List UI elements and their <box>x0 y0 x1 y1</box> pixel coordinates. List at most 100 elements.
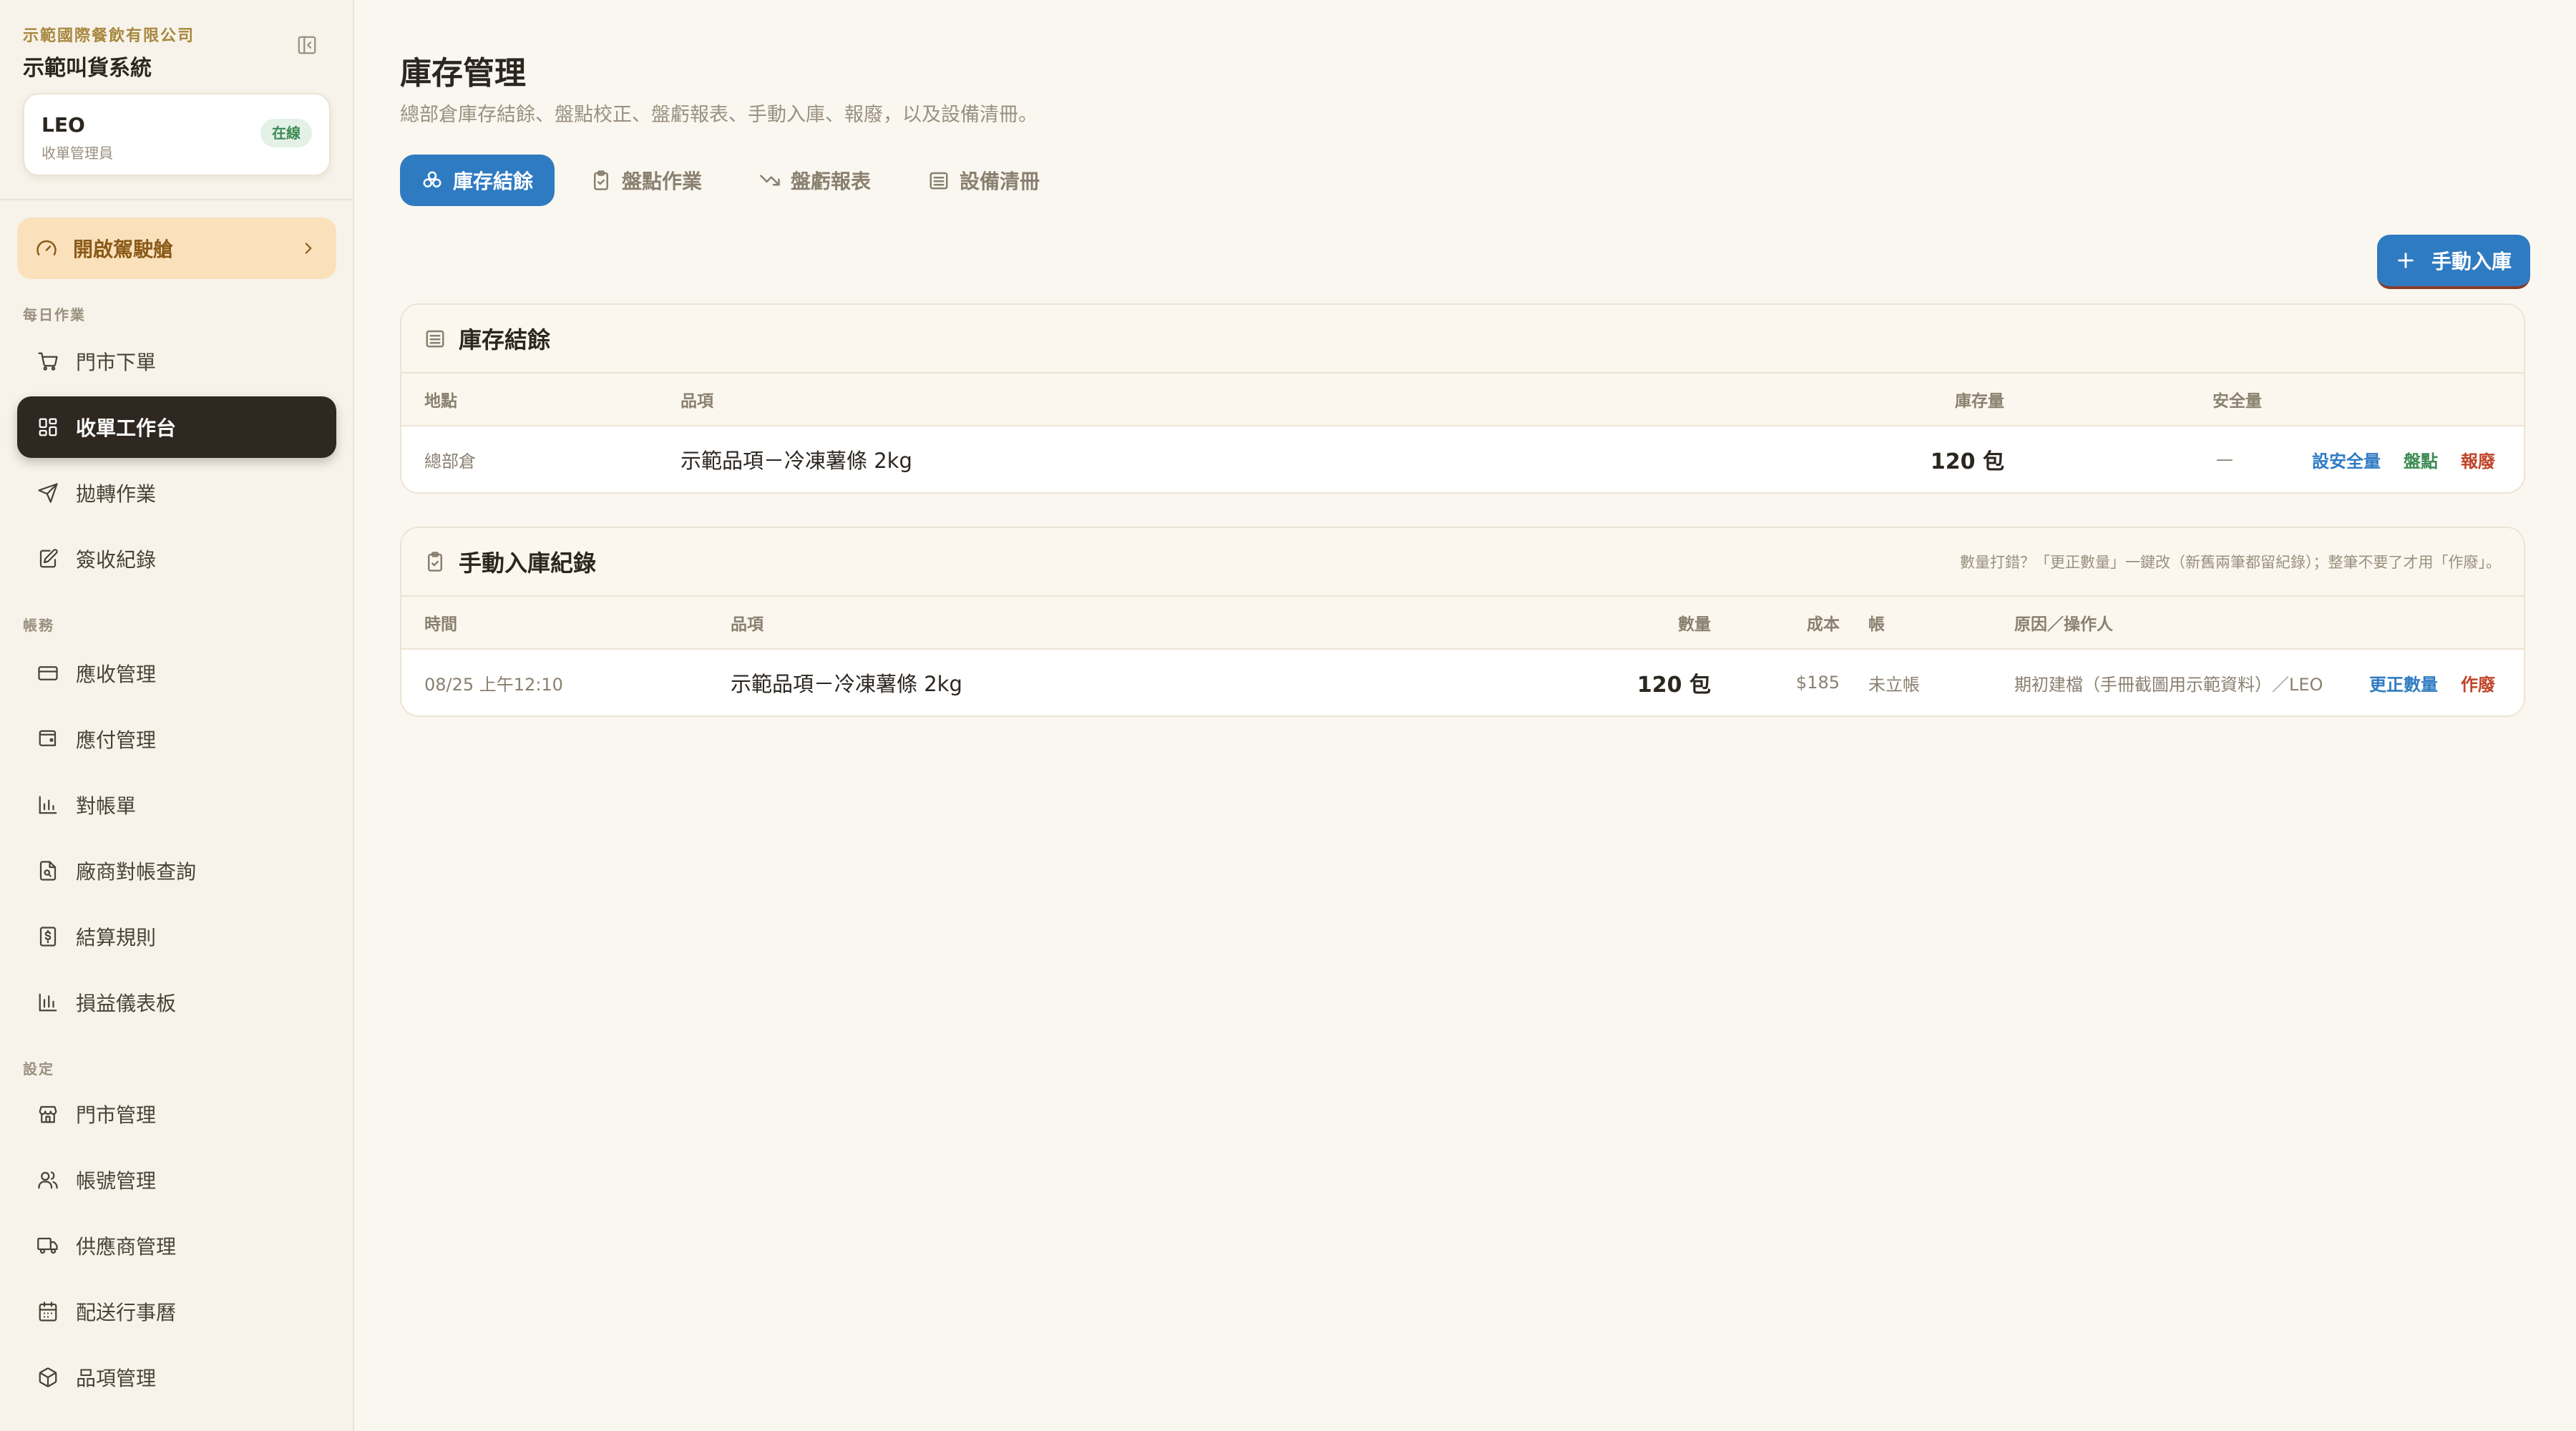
users-icon <box>37 1169 59 1191</box>
page-subtitle: 總部倉庫存結餘、盤點校正、盤虧報表、手動入庫、報廢，以及設備清冊。 <box>400 104 1038 126</box>
card-icon <box>37 663 59 684</box>
sidebar-item-supplier-management[interactable]: 供應商管理 <box>17 1215 336 1276</box>
card-header: 庫存結餘 <box>401 305 2524 373</box>
table-header: 時間 品項 數量 成本 帳 原因／操作人 <box>401 597 2524 650</box>
archive-icon <box>424 328 446 349</box>
sidebar-divider <box>0 199 354 200</box>
truck-icon <box>37 1235 59 1256</box>
tab-label: 庫存結餘 <box>453 170 534 193</box>
manual-stock-in-button[interactable]: 手動入庫 <box>2376 235 2530 289</box>
item-cell: 示範品項－冷凍薯條 2kg <box>680 449 912 473</box>
archive-icon <box>928 170 950 191</box>
sidebar-item-account-management[interactable]: 帳號管理 <box>17 1149 336 1211</box>
column-header-item: 品項 <box>731 615 763 634</box>
file-search-icon <box>37 860 59 881</box>
sidebar-item-receivables[interactable]: 應收管理 <box>17 643 336 704</box>
card-note: 數量打錯？「更正數量」一鍵改（新舊兩筆都留紀錄）；整筆不要了才用「作廢」。 <box>1960 554 2501 571</box>
sidebar-collapse-button[interactable] <box>295 33 319 57</box>
clipboard-icon <box>590 170 612 191</box>
sidebar-item-item-management[interactable]: 品項管理 <box>17 1347 336 1408</box>
sidebar-item-label: 配送行事曆 <box>76 1301 177 1324</box>
sidebar-item-label: 對帳單 <box>76 794 137 818</box>
correct-qty-link[interactable]: 更正數量 <box>2369 670 2438 695</box>
sidebar-item-label: 收單工作台 <box>76 416 177 440</box>
sidebar-item-label: 門市下單 <box>76 351 157 374</box>
reason-cell: 期初建檔（手冊截圖用示範資料）／LEO <box>2014 674 2323 695</box>
clipboard-icon <box>424 551 446 572</box>
sidebar-item-pnl-dashboard[interactable]: 損益儀表板 <box>17 972 336 1033</box>
time-cell: 08/25 上午12:10 <box>424 674 563 695</box>
cockpit-label: 開啟駕駛艙 <box>73 238 174 261</box>
sidebar-item-settlement-rules[interactable]: 結算規則 <box>17 906 336 967</box>
section-title-accounts: 帳務 <box>23 617 54 634</box>
sidebar-item-label: 品項管理 <box>76 1367 157 1390</box>
column-header-time: 時間 <box>424 615 457 634</box>
sidebar-item-sign-records[interactable]: 簽收紀錄 <box>17 528 336 590</box>
sidebar-item-transfer[interactable]: 拋轉作業 <box>17 462 336 524</box>
sidebar: 示範國際餐飲有限公司 示範叫貨系統 LEO 收單管理員 在線 開啟駕駛艙 每日作… <box>0 0 354 1431</box>
open-cockpit-button[interactable]: 開啟駕駛艙 <box>17 218 336 279</box>
sidebar-item-label: 應付管理 <box>76 728 157 752</box>
sidebar-item-vendor-reconcile[interactable]: 廠商對帳查詢 <box>17 840 336 902</box>
sidebar-item-label: 拋轉作業 <box>76 482 157 506</box>
sidebar-collapse-icon <box>296 34 318 56</box>
sidebar-item-label: 供應商管理 <box>76 1235 177 1259</box>
safety-cell: — <box>2216 449 2233 469</box>
row-actions: 更正數量 作廢 <box>2369 650 2495 716</box>
tab-loss-report[interactable]: 盤虧報表 <box>738 155 892 206</box>
column-header-safety: 安全量 <box>2212 392 2262 411</box>
cart-icon <box>37 351 59 372</box>
chevron-right-icon <box>299 239 318 258</box>
column-header-reason: 原因／操作人 <box>2014 615 2113 634</box>
sign-icon <box>37 548 59 570</box>
user-card[interactable]: LEO 收單管理員 在線 <box>23 93 331 176</box>
manual-stock-in-log-card: 手動入庫紀錄 數量打錯？「更正數量」一鍵改（新舊兩筆都留紀錄）；整筆不要了才用「… <box>400 527 2525 717</box>
row-actions: 設安全量 盤點 報廢 <box>2312 426 2495 492</box>
page-title: 庫存管理 <box>400 55 526 92</box>
column-header-item: 品項 <box>680 392 713 411</box>
cost-cell: $185 <box>1795 673 1840 693</box>
tab-label: 盤虧報表 <box>791 170 872 193</box>
table-row: 08/25 上午12:10 示範品項－冷凍薯條 2kg 120 包 $185 未… <box>401 650 2524 716</box>
void-link[interactable]: 作廢 <box>2461 670 2495 695</box>
main-content: 庫存管理 總部倉庫存結餘、盤點校正、盤虧報表、手動入庫、報廢，以及設備清冊。 庫… <box>354 0 2576 1431</box>
column-header-cost: 成本 <box>1807 615 1840 634</box>
section-title-settings: 設定 <box>23 1060 54 1078</box>
layers-icon <box>421 170 443 191</box>
column-header-location: 地點 <box>424 392 457 411</box>
box-icon <box>37 1367 59 1388</box>
card-title: 庫存結餘 <box>459 326 551 353</box>
user-name: LEO <box>42 113 85 137</box>
account-cell: 未立帳 <box>1868 674 1920 695</box>
table-header: 地點 品項 庫存量 安全量 <box>401 373 2524 426</box>
card-title: 手動入庫紀錄 <box>459 550 597 577</box>
sidebar-item-order-workbench[interactable]: 收單工作台 <box>17 396 336 458</box>
wallet-icon <box>37 728 59 750</box>
card-header: 手動入庫紀錄 數量打錯？「更正數量」一鍵改（新舊兩筆都留紀錄）；整筆不要了才用「… <box>401 528 2524 597</box>
tab-bar: 庫存結餘 盤點作業 盤虧報表 設備清冊 <box>400 155 1061 206</box>
gauge-icon <box>36 238 57 259</box>
status-badge: 在線 <box>260 119 312 147</box>
sidebar-item-label: 帳號管理 <box>76 1169 157 1193</box>
scrap-link[interactable]: 報廢 <box>2461 447 2495 472</box>
grid-icon <box>37 416 59 438</box>
stock-count-link[interactable]: 盤點 <box>2404 447 2438 472</box>
sidebar-item-label: 廠商對帳查詢 <box>76 860 197 884</box>
trend-down-icon <box>759 170 781 191</box>
tab-stock-count[interactable]: 盤點作業 <box>569 155 723 206</box>
set-safety-stock-link[interactable]: 設安全量 <box>2312 447 2381 472</box>
sidebar-item-label: 損益儀表板 <box>76 992 177 1015</box>
sidebar-item-store-management[interactable]: 門市管理 <box>17 1083 336 1145</box>
table-row: 總部倉 示範品項－冷凍薯條 2kg 120 包 — 設安全量 盤點 報廢 <box>401 426 2524 492</box>
tab-label: 設備清冊 <box>960 170 1040 193</box>
item-cell: 示範品項－冷凍薯條 2kg <box>731 672 962 696</box>
sidebar-item-delivery-calendar[interactable]: 配送行事曆 <box>17 1281 336 1342</box>
sidebar-item-statements[interactable]: 對帳單 <box>17 774 336 836</box>
calendar-icon <box>37 1301 59 1322</box>
tab-equipment-list[interactable]: 設備清冊 <box>907 155 1061 206</box>
bar-chart-icon <box>37 992 59 1013</box>
sidebar-item-store-order[interactable]: 門市下單 <box>17 331 336 392</box>
sidebar-item-payables[interactable]: 應付管理 <box>17 708 336 770</box>
tab-stock-balance[interactable]: 庫存結餘 <box>400 155 555 206</box>
section-title-daily: 每日作業 <box>23 306 86 323</box>
